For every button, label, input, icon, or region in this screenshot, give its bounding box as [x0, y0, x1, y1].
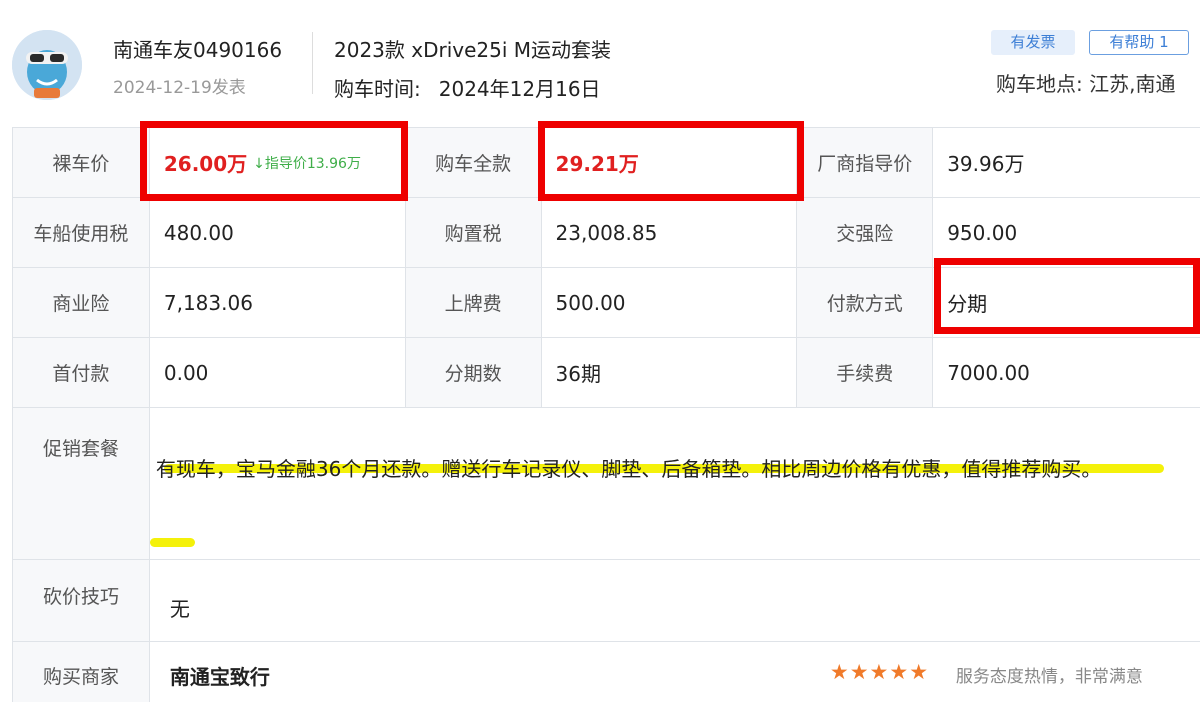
header-divider [312, 32, 313, 94]
buy-time: 购车时间: 2024年12月16日 [334, 73, 601, 102]
invoice-badge: 有发票 [991, 30, 1075, 55]
value-payment-method: 分期 [947, 292, 988, 316]
user-avatar[interactable] [12, 30, 82, 100]
label-plate-fee: 上牌费 [405, 268, 542, 337]
label-promotion: 促销套餐 [13, 408, 150, 559]
value-promotion: 有现车，宝马金融36个月还款。赠送行车记录仪、脚垫、后备箱垫。相比周边价格有优惠… [149, 408, 1200, 559]
dealer-service-comment: 服务态度热情，非常满意 [955, 667, 1143, 687]
promotion-text-content: 有现车，宝马金融36个月还款。赠送行车记录仪、脚垫、后备箱垫。相比周边价格有优惠… [155, 457, 1102, 481]
table-row: 裸车价 26.00万 ↓指导价13.96万 购车全款 29.21万 厂商指导价 … [13, 128, 1200, 198]
star-icon: ★ [889, 660, 910, 684]
dealer-name[interactable]: 南通宝致行 [170, 661, 270, 690]
review-header: 南通车友0490166 2024-12-19发表 2023款 xDrive25i… [0, 0, 1200, 125]
table-row: 促销套餐 有现车，宝马金融36个月还款。赠送行车记录仪、脚垫、后备箱垫。相比周边… [13, 408, 1200, 560]
label-bare-price: 裸车价 [13, 128, 150, 197]
value-msrp: 39.96万 [947, 152, 1025, 176]
star-icon: ★ [869, 660, 890, 684]
label-dealer: 购买商家 [13, 642, 150, 702]
promotion-text: 有现车，宝马金融36个月还款。赠送行车记录仪、脚垫、后备箱垫。相比周边价格有优惠… [156, 434, 1176, 504]
table-row: 首付款 0.00 分期数 36期 手续费 7000.00 [13, 338, 1200, 408]
helpful-button[interactable]: 有帮助 1 [1089, 30, 1189, 55]
label-payment-method: 付款方式 [797, 268, 934, 337]
label-compulsory-insurance: 交强险 [797, 198, 934, 267]
label-vehicle-tax: 车船使用税 [13, 198, 150, 267]
value-bare-price: 26.00万 ↓指导价13.96万 [150, 128, 406, 197]
value-down-payment: 0.00 [150, 338, 406, 407]
table-row: 商业险 7,183.06 上牌费 500.00 付款方式 分期 [13, 268, 1200, 338]
value-compulsory-insurance: 950.00 [947, 220, 1018, 245]
purchase-location: 购车地点: 江苏,南通 [996, 72, 1176, 96]
buy-time-label: 购车时间: [334, 77, 421, 101]
label-bargain-tips: 砍价技巧 [13, 560, 150, 641]
value-installments: 36期 [542, 338, 798, 407]
star-icon: ★ [909, 660, 930, 684]
post-date: 2024-12-19发表 [113, 78, 246, 98]
star-icon: ★ [829, 660, 850, 684]
star-icon: ★ [849, 660, 870, 684]
label-installments: 分期数 [405, 338, 542, 407]
bare-price: 26.00万 [163, 152, 248, 176]
label-down-payment: 首付款 [13, 338, 150, 407]
label-commercial-insurance: 商业险 [13, 268, 150, 337]
user-name[interactable]: 南通车友0490166 [113, 34, 282, 63]
value-total-price: 29.21万 [542, 128, 798, 197]
value-dealer: 南通宝致行 ★★★★★ 服务态度热情，非常满意 [150, 642, 1200, 702]
value-bargain-tips: 无 [169, 597, 190, 621]
table-row: 砍价技巧 无 [13, 560, 1200, 642]
value-commercial-insurance: 7,183.06 [150, 268, 406, 337]
table-row: 车船使用税 480.00 购置税 23,008.85 交强险 950.00 [13, 198, 1200, 268]
value-purchase-tax: 23,008.85 [542, 198, 798, 267]
value-vehicle-tax: 480.00 [150, 198, 406, 267]
value-handling-fee: 7000.00 [947, 360, 1030, 385]
label-purchase-tax: 购置税 [405, 198, 542, 267]
guide-price-diff: ↓指导价13.96万 [253, 155, 361, 172]
total-price: 29.21万 [555, 152, 639, 176]
car-model[interactable]: 2023款 xDrive25i M运动套装 [334, 34, 611, 63]
label-total-price: 购车全款 [405, 128, 542, 197]
table-row: 购买商家 南通宝致行 ★★★★★ 服务态度热情，非常满意 [13, 642, 1200, 702]
label-handling-fee: 手续费 [797, 338, 934, 407]
price-detail-table: 裸车价 26.00万 ↓指导价13.96万 购车全款 29.21万 厂商指导价 … [12, 127, 1200, 702]
label-msrp: 厂商指导价 [797, 128, 934, 197]
yellow-highlight-line [149, 538, 195, 547]
dealer-rating-stars: ★★★★★ [830, 660, 929, 684]
value-plate-fee: 500.00 [542, 268, 798, 337]
buy-time-value: 2024年12月16日 [438, 77, 601, 101]
